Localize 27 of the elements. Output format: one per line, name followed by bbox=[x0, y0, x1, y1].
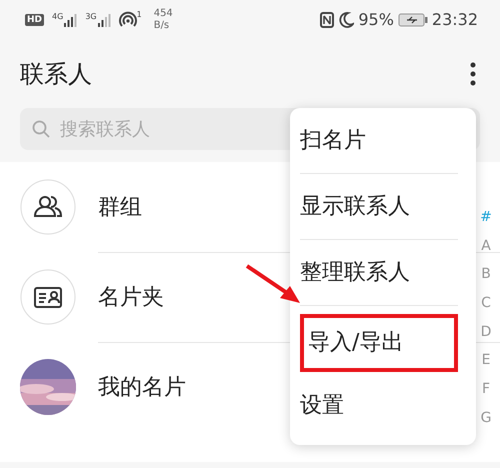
menu-item[interactable]: 显示联系人 bbox=[300, 190, 410, 223]
network-type: 3G bbox=[85, 13, 97, 21]
search-icon bbox=[32, 120, 50, 138]
hotspot-count: 1 bbox=[136, 11, 142, 19]
menu-item[interactable]: 整理联系人 bbox=[300, 256, 410, 289]
hotspot-icon bbox=[118, 11, 137, 29]
list-item-label[interactable]: 名片夹 bbox=[98, 281, 164, 314]
list-item-label[interactable]: 我的名片 bbox=[98, 371, 186, 404]
menu-item[interactable]: 导入/导出 bbox=[308, 326, 404, 359]
speed-unit: B/s bbox=[154, 20, 170, 32]
signal-icon bbox=[63, 13, 78, 27]
search-field[interactable]: 搜索联系人 bbox=[58, 108, 278, 150]
speed-value: 454 bbox=[154, 8, 173, 20]
menu-item[interactable]: 设置 bbox=[300, 388, 344, 422]
contact-card-icon bbox=[20, 269, 76, 325]
nfc-icon bbox=[320, 12, 334, 28]
more-icon[interactable] bbox=[470, 62, 476, 86]
moon-icon bbox=[338, 12, 354, 28]
network-type: 4G bbox=[52, 13, 64, 21]
signal-icon bbox=[96, 13, 111, 27]
status-text: 23:32 bbox=[432, 9, 478, 31]
people-icon bbox=[20, 179, 76, 235]
hd-badge: HD bbox=[25, 14, 44, 26]
battery-icon bbox=[398, 13, 428, 27]
page-title: 联系人 bbox=[20, 59, 92, 90]
status-text: 95% bbox=[358, 9, 394, 31]
list-item-label[interactable]: 群组 bbox=[98, 190, 142, 224]
